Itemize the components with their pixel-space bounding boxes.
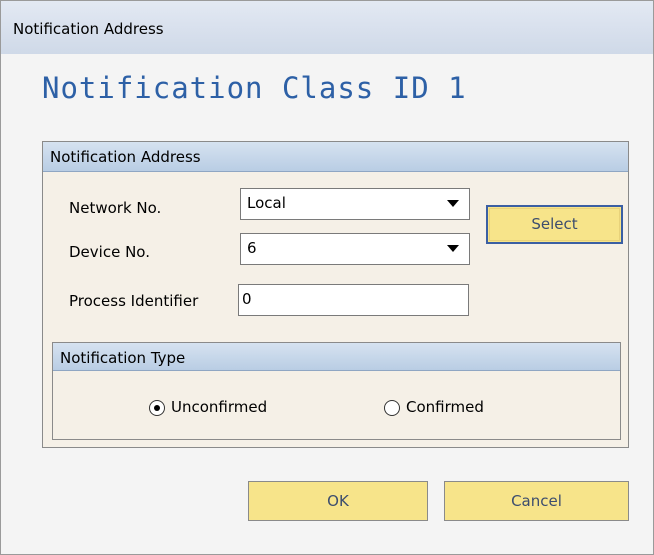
notification-address-group: Notification Address Network No. Local D… bbox=[42, 141, 629, 448]
device-no-value: 6 bbox=[247, 239, 257, 257]
group-header: Notification Type bbox=[53, 343, 620, 371]
device-no-label: Device No. bbox=[69, 243, 150, 261]
confirmed-option-label[interactable]: Confirmed bbox=[406, 398, 484, 416]
group-title: Notification Type bbox=[60, 349, 186, 367]
network-no-value: Local bbox=[247, 194, 286, 212]
unconfirmed-option-label[interactable]: Unconfirmed bbox=[171, 398, 267, 416]
window-title: Notification Address bbox=[13, 20, 164, 38]
device-no-dropdown[interactable]: 6 bbox=[240, 233, 470, 265]
cancel-button[interactable]: Cancel bbox=[444, 481, 629, 521]
radio-unselected-icon[interactable] bbox=[384, 400, 400, 416]
radio-dot bbox=[154, 405, 160, 411]
process-identifier-input[interactable]: 0 bbox=[238, 284, 469, 316]
group-header: Notification Address bbox=[43, 142, 628, 172]
page-title: Notification Class ID 1 bbox=[42, 71, 467, 105]
process-identifier-label: Process Identifier bbox=[69, 292, 199, 310]
radio-selected-icon[interactable] bbox=[149, 400, 165, 416]
group-title: Notification Address bbox=[50, 148, 201, 166]
dropdown-arrow-icon[interactable] bbox=[447, 200, 459, 207]
title-bar: Notification Address bbox=[1, 1, 653, 54]
notification-address-dialog: Notification Address Notification Class … bbox=[0, 0, 654, 555]
ok-button[interactable]: OK bbox=[248, 481, 428, 521]
network-no-dropdown[interactable]: Local bbox=[240, 188, 470, 220]
process-identifier-value: 0 bbox=[242, 290, 252, 308]
select-button[interactable]: Select bbox=[486, 205, 623, 244]
dropdown-arrow-icon[interactable] bbox=[447, 245, 459, 252]
network-no-label: Network No. bbox=[69, 199, 162, 217]
notification-type-group: Notification Type Unconfirmed Confirmed bbox=[52, 342, 621, 440]
